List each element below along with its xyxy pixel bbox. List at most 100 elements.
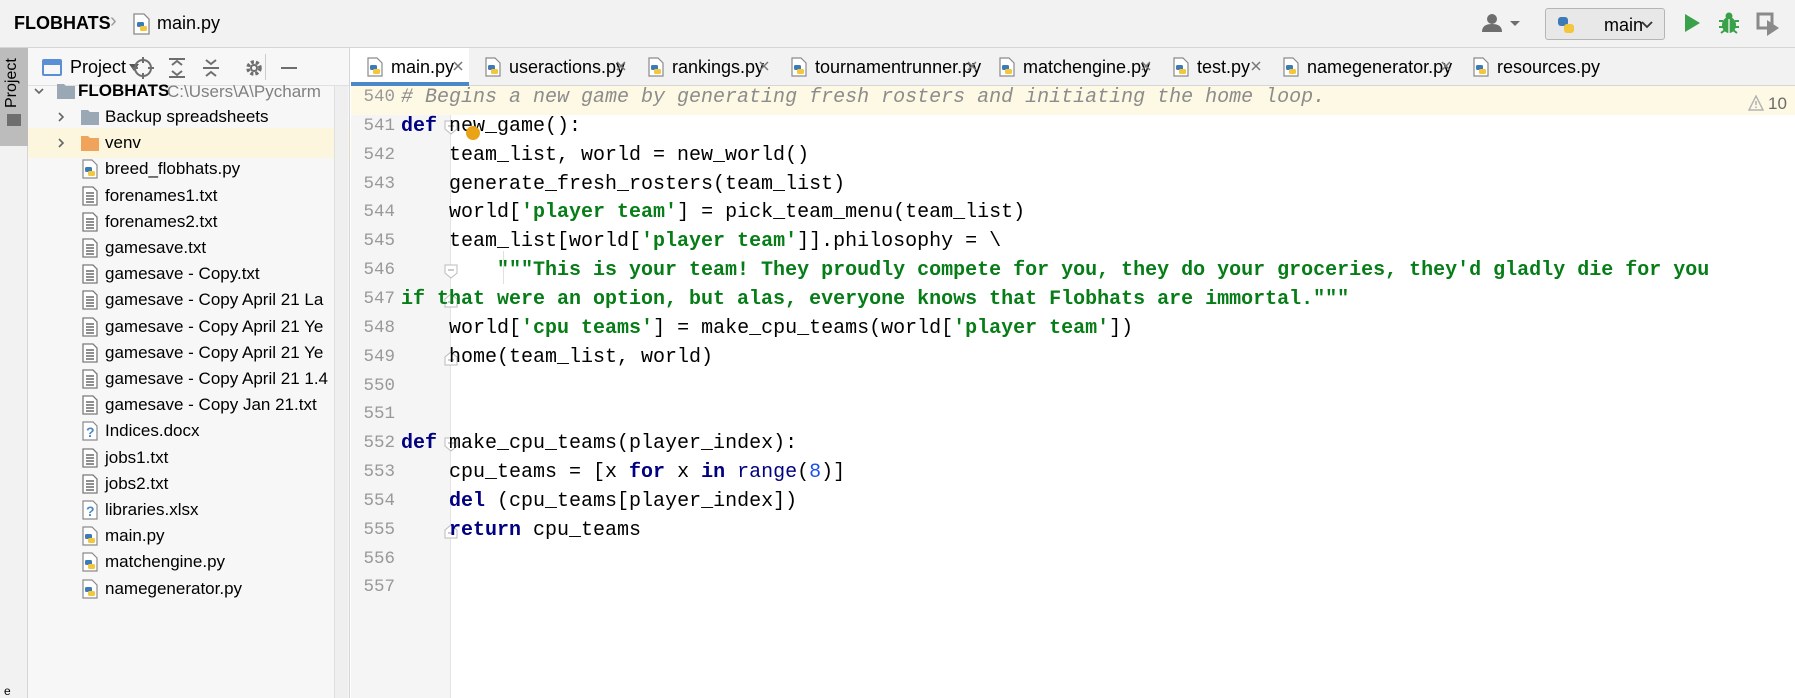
- tree-item-label: forenames2.txt: [105, 211, 218, 231]
- code-token: (: [797, 461, 810, 485]
- editor-tab-label: rankings.py: [672, 57, 765, 77]
- project-panel-scrollbar[interactable]: [334, 86, 348, 698]
- breadcrumb-file[interactable]: main.py: [157, 13, 220, 34]
- text-file-icon: [82, 395, 98, 415]
- editor-tab[interactable]: namegenerator.py: [1267, 48, 1457, 86]
- python-file-icon: [82, 526, 98, 546]
- code-token: # Begins a new game by generating fresh …: [401, 86, 1326, 109]
- code-token: ] = pick_team_menu(team_list): [677, 201, 1026, 225]
- editor-tab[interactable]: useractions.py: [469, 48, 632, 86]
- text-file-icon: [82, 316, 98, 337]
- text-file-icon: [82, 369, 98, 389]
- close-icon[interactable]: [757, 59, 771, 73]
- warning-count: 10: [1768, 94, 1787, 113]
- code-line[interactable]: 557: [351, 572, 1795, 605]
- intention-bulb-icon[interactable]: [466, 126, 480, 140]
- line-number: 549: [363, 346, 395, 367]
- text-file-icon: [82, 264, 98, 284]
- code-text: team_list[world['player team']].philosop…: [401, 230, 1001, 253]
- line-number: 553: [363, 462, 395, 483]
- chevron-right-icon[interactable]: [56, 112, 66, 122]
- run-configuration-selector[interactable]: main: [1545, 8, 1665, 40]
- code-token: def: [401, 114, 438, 138]
- code-token: """This is your team! They proudly compe…: [401, 259, 1710, 283]
- warning-icon: [1748, 95, 1764, 111]
- svg-text:?: ?: [86, 424, 95, 440]
- line-number: 541: [363, 115, 395, 136]
- line-number: 545: [363, 231, 395, 252]
- code-token: ]].philosophy = \: [797, 230, 1002, 254]
- line-number: 557: [363, 577, 395, 598]
- editor-tab[interactable]: matchengine.py: [983, 48, 1157, 86]
- line-number: 542: [363, 144, 395, 165]
- code-token: )]: [821, 461, 846, 485]
- tree-item-label: gamesave.txt: [105, 238, 207, 257]
- editor-tab[interactable]: rankings.py: [632, 48, 775, 86]
- python-icon: [1558, 17, 1574, 33]
- code-token: ]): [1109, 316, 1134, 340]
- code-text: def new_game():: [401, 115, 581, 138]
- unknown-file-icon: ?: [82, 421, 98, 441]
- user-icon[interactable]: [1478, 12, 1522, 36]
- project-tool-window-button[interactable]: Project: [0, 48, 28, 146]
- close-icon[interactable]: [451, 59, 465, 73]
- code-text: """This is your team! They proudly compe…: [401, 259, 1709, 282]
- tree-item-label: forenames1.txt: [105, 185, 218, 205]
- editor-tab[interactable]: main.py: [351, 48, 469, 86]
- run-with-coverage-icon[interactable]: [1755, 11, 1781, 37]
- tree-item-label: gamesave - Copy Jan 21.txt: [105, 395, 317, 415]
- editor-tab-label: matchengine.py: [1023, 57, 1151, 77]
- folder-venv-icon: [81, 136, 99, 152]
- python-file-icon: [367, 57, 383, 77]
- navigation-bar: FLOBHATS › main.py main: [0, 0, 1795, 48]
- code-text: def make_cpu_teams(player_index):: [401, 432, 797, 455]
- line-number: 551: [363, 404, 395, 425]
- line-number: 554: [363, 490, 395, 511]
- chevron-down-icon[interactable]: [34, 86, 44, 96]
- python-file-icon: [791, 57, 807, 77]
- close-icon[interactable]: [1439, 59, 1453, 73]
- editor-tab[interactable]: tournamentrunner.py: [775, 48, 983, 86]
- code-editor[interactable]: 540 # Begins a new game by generating fre…: [351, 86, 1795, 698]
- text-file-icon: [82, 343, 98, 363]
- project-view-selector[interactable]: Project: [70, 57, 126, 78]
- project-tool-label: Project: [3, 58, 20, 108]
- editor-tab-label: main.py: [391, 57, 455, 77]
- text-file-icon: [82, 238, 98, 258]
- code-text: world['cpu teams'] = make_cpu_teams(worl…: [401, 317, 1133, 340]
- tree-item-label: namegenerator.py: [105, 578, 243, 598]
- breadcrumb-separator: ›: [110, 10, 117, 32]
- tree-item-label: Backup spreadsheets: [105, 107, 269, 126]
- folder-icon: [7, 114, 21, 126]
- python-file-icon: [133, 13, 150, 35]
- tree-item-label: gamesave - Copy April 21 Ye: [105, 342, 324, 362]
- python-file-icon: [1173, 57, 1189, 77]
- close-icon[interactable]: [965, 59, 979, 73]
- python-file-icon: [1473, 57, 1489, 77]
- tree-item-label: main.py: [105, 526, 165, 546]
- editor-tab[interactable]: test.py: [1157, 48, 1267, 86]
- debug-bug-icon[interactable]: [1717, 11, 1741, 35]
- close-icon[interactable]: [614, 59, 628, 73]
- tree-item-label: venv: [105, 133, 141, 153]
- code-text: return cpu_teams: [401, 519, 641, 542]
- code-text: team_list, world = new_world(): [401, 144, 809, 167]
- tree-item-label: gamesave - Copy April 21 1.4: [105, 369, 329, 388]
- tree-root-path: C:\Users\A\Pycharm: [167, 82, 321, 101]
- line-number: 548: [363, 317, 395, 338]
- breadcrumb-project[interactable]: FLOBHATS: [14, 13, 111, 34]
- code-token: team_list[world[: [401, 230, 642, 254]
- tree-item-label: libraries.xlsx: [105, 500, 199, 519]
- tree-item-label: matchengine.py: [105, 552, 226, 572]
- editor-tab[interactable]: resources.py: [1457, 48, 1647, 86]
- run-icon[interactable]: [1682, 12, 1702, 34]
- close-icon[interactable]: [1249, 59, 1263, 73]
- code-token: return: [449, 518, 522, 542]
- tree-item[interactable]: namegenerator.py: [28, 574, 349, 604]
- folder-icon: [81, 110, 99, 125]
- close-icon[interactable]: [1139, 59, 1153, 73]
- stripe-bottom-label[interactable]: e: [4, 684, 11, 698]
- line-number: 547: [363, 288, 395, 309]
- svg-text:?: ?: [86, 503, 95, 519]
- chevron-right-icon[interactable]: [56, 138, 66, 148]
